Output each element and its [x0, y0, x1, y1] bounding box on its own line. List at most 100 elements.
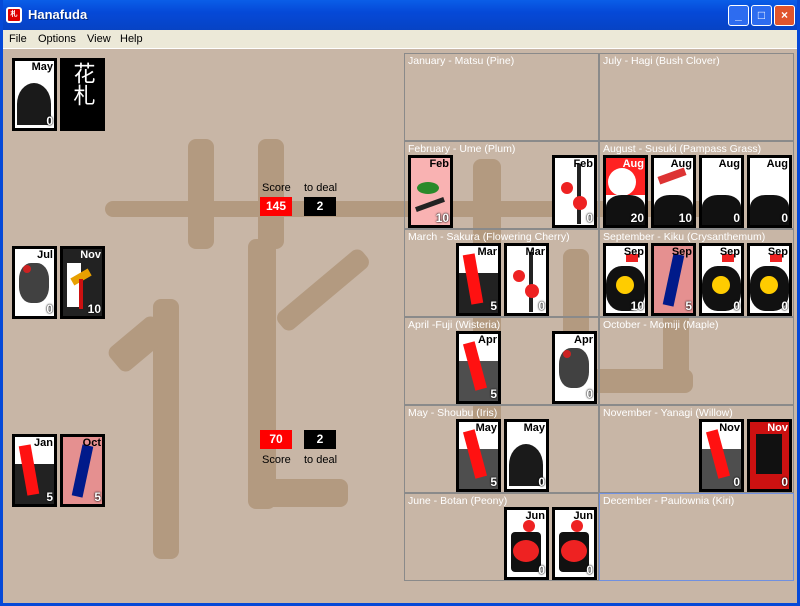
card-points: 10 [87, 302, 101, 316]
month-label: January - Matsu (Pine) [408, 55, 515, 67]
month-label: September - Kiku (Crysanthemum) [603, 231, 766, 243]
card-face-art: Aug 10 [654, 158, 693, 225]
month-label: March - Sakura (Flowering Cherry) [408, 231, 570, 243]
close-button[interactable]: × [774, 5, 795, 26]
month-cell[interactable]: February - Ume (Plum) Feb 10 Feb 0 [404, 141, 599, 229]
card-month: Sep [671, 246, 692, 258]
card-points: 0 [733, 211, 740, 225]
card-art-shape [561, 182, 573, 194]
opponent-to-deal: 2 [304, 197, 336, 216]
hanafuda-card[interactable]: Mar 0 [504, 243, 549, 316]
hanafuda-card[interactable]: Jul 0 [12, 246, 57, 319]
month-cell[interactable]: December - Paulownia (Kiri) [599, 493, 794, 581]
card-face-art: Oct 5 [63, 437, 102, 504]
card-face-art: Jun 0 [507, 510, 546, 577]
card-face-art: Mar 5 [459, 246, 498, 313]
minimize-button[interactable]: _ [728, 5, 749, 26]
hanafuda-card[interactable]: Aug 20 [603, 155, 648, 228]
opponent-score-label: Score [262, 182, 291, 194]
month-cell[interactable]: September - Kiku (Crysanthemum) Sep 10 Sep 5… [599, 229, 794, 317]
hanafuda-card[interactable]: May 0 [12, 58, 57, 131]
month-cell[interactable]: May - Shoubu (Iris) May 5 May 0 [404, 405, 599, 493]
card-points: 10 [678, 211, 692, 225]
menu-help[interactable]: Help [120, 33, 143, 45]
hanafuda-card[interactable]: Aug 10 [651, 155, 696, 228]
card-points: 5 [685, 299, 692, 313]
card-face-art: Sep 5 [654, 246, 693, 313]
hanafuda-card[interactable]: Mar 5 [456, 243, 501, 316]
month-cell[interactable]: August - Susuki (Pampass Grass) Aug 20 Aug 1… [599, 141, 794, 229]
hanafuda-card[interactable]: Sep 10 [603, 243, 648, 316]
card-face-art: Jun 0 [555, 510, 594, 577]
month-cell[interactable]: March - Sakura (Flowering Cherry) Mar 5 Mar… [404, 229, 599, 317]
window-title: Hanafuda [28, 7, 88, 22]
menu-view[interactable]: View [87, 33, 111, 45]
hanafuda-card[interactable]: Apr 0 [552, 331, 597, 404]
hanafuda-card[interactable]: Feb 10 [408, 155, 453, 228]
maximize-button[interactable]: □ [751, 5, 772, 26]
card-points: 0 [586, 211, 593, 225]
card-points: 0 [538, 563, 545, 577]
card-month: Aug [718, 158, 740, 170]
card-month: Aug [766, 158, 788, 170]
card-points: 0 [781, 211, 788, 225]
card-art-shape [417, 182, 439, 194]
hanafuda-card[interactable]: Jun 0 [552, 507, 597, 580]
opponent-deal-label: to deal [304, 182, 338, 194]
card-points: 0 [733, 299, 740, 313]
month-label: July - Hagi (Bush Clover) [603, 55, 720, 67]
hanafuda-card[interactable]: Sep 0 [699, 243, 744, 316]
hanafuda-card[interactable]: May 0 [504, 419, 549, 492]
card-points: 10 [630, 299, 644, 313]
month-cell[interactable]: October - Momiji (Maple) [599, 317, 794, 405]
card-month: Jun [573, 510, 593, 522]
hanafuda-card[interactable]: Aug 0 [747, 155, 792, 228]
month-cell[interactable]: November - Yanagi (Willow) Nov 0 Nov 0 [599, 405, 794, 493]
menu-bar: File Options View Help [0, 30, 800, 49]
card-month: May [31, 61, 53, 73]
card-month: Apr [574, 334, 593, 346]
hanafuda-card[interactable]: Nov 0 [747, 419, 792, 492]
card-face-art: Nov 10 [63, 249, 102, 316]
card-month: Jun [525, 510, 545, 522]
month-cell[interactable]: April -Fuji (Wisteria) Apr 5 Apr 0 [404, 317, 599, 405]
hanafuda-card[interactable]: Oct 5 [60, 434, 105, 507]
card-face-art: May 5 [459, 422, 498, 489]
hanafuda-card[interactable]: Apr 5 [456, 331, 501, 404]
card-face-art: Nov 0 [750, 422, 789, 489]
hanafuda-card[interactable]: Nov 0 [699, 419, 744, 492]
menu-file[interactable]: File [9, 33, 27, 45]
card-month: Aug [622, 158, 644, 170]
player-score-label: Score [262, 454, 291, 466]
card-face-art: Sep 0 [750, 246, 789, 313]
hanafuda-card[interactable]: Aug 0 [699, 155, 744, 228]
card-face-art: Nov 0 [702, 422, 741, 489]
card-month: Oct [82, 437, 101, 449]
hanafuda-card[interactable]: Sep 5 [651, 243, 696, 316]
hanafuda-card[interactable]: Jun 0 [504, 507, 549, 580]
card-points: 5 [490, 475, 497, 489]
month-cell[interactable]: June - Botan (Peony) Jun 0 Jun 0 [404, 493, 599, 581]
card-face-art: Jan 5 [15, 437, 54, 504]
hanafuda-card[interactable]: May 5 [456, 419, 501, 492]
card-art-shape [756, 434, 782, 474]
card-face-art: Mar 0 [507, 246, 546, 313]
card-month: Nov [80, 249, 101, 261]
hanafuda-card[interactable]: Feb 0 [552, 155, 597, 228]
hanafuda-card[interactable]: Jan 5 [12, 434, 57, 507]
menu-options[interactable]: Options [38, 33, 76, 45]
card-face-art: Sep 10 [606, 246, 645, 313]
card-face-art: May 0 [15, 61, 54, 128]
hanafuda-card[interactable]: Nov 10 [60, 246, 105, 319]
card-art-shape [657, 167, 687, 185]
card-art-shape [573, 196, 587, 210]
month-cell[interactable]: July - Hagi (Bush Clover) [599, 53, 794, 141]
deck-card-back[interactable]: 花札 [60, 58, 105, 131]
month-cell[interactable]: January - Matsu (Pine) [404, 53, 599, 141]
card-month: May [523, 422, 545, 434]
card-art-shape [23, 265, 31, 273]
card-points: 0 [781, 475, 788, 489]
card-points: 0 [586, 387, 593, 401]
month-label: May - Shoubu (Iris) [408, 407, 498, 419]
hanafuda-card[interactable]: Sep 0 [747, 243, 792, 316]
